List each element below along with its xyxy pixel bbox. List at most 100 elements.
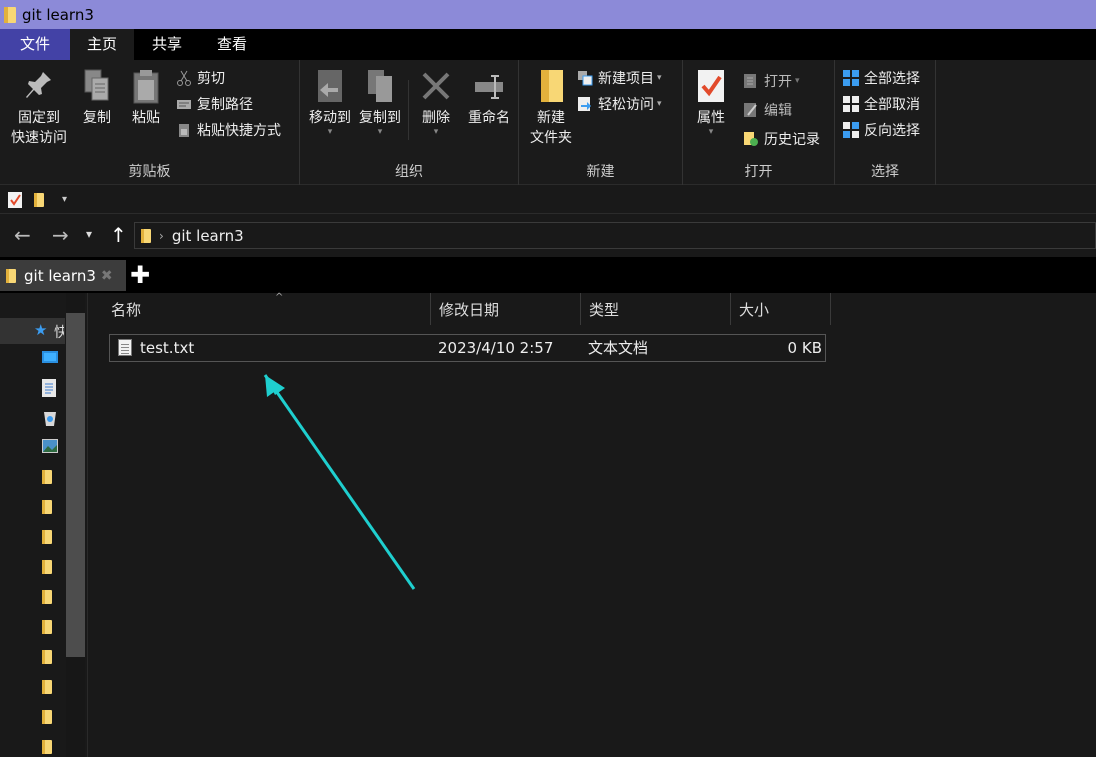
up-arrow-icon[interactable]: ↑ [110,223,127,247]
copy-path-icon [176,96,192,112]
clipboard-icon [130,68,162,104]
pin-quick-access-button[interactable]: 固定到 快速访问 [6,66,72,148]
new-folder-label-line1: 新建 [537,110,565,126]
pin-label-line2: 快速访问 [11,130,67,146]
breadcrumb-chevron-icon[interactable]: › [159,229,164,243]
select-none-label: 全部取消 [864,97,920,113]
close-tab-icon[interactable]: ✖ [101,268,113,284]
rename-label: 重命名 [468,110,510,126]
new-folder-qat-icon[interactable] [34,192,44,207]
properties-check-icon[interactable] [8,191,22,208]
forward-arrow-icon[interactable]: → [52,223,69,247]
cut-label: 剪切 [197,71,225,87]
folder-tab-strip: git learn3 ✖ ✚ [0,257,1096,293]
nav-quick-access-label: 快 [54,325,64,341]
new-item-button[interactable]: 新建项目 ▾ [577,67,662,89]
back-arrow-icon[interactable]: ← [14,223,31,247]
properties-dropdown-icon: ▾ [708,127,714,137]
file-list: 名称 ^ 修改日期 类型 大小 test.txt 2023/4/10 2:57 … [89,292,1096,757]
easy-access-icon [577,96,593,112]
select-all-icon [843,70,859,86]
copy-path-button[interactable]: 复制路径 [176,93,253,115]
desktop-icon[interactable] [42,351,58,369]
cut-button[interactable]: 剪切 [176,67,225,89]
organize-group-label: 组织 [395,164,423,180]
paste-button[interactable]: 粘贴 [126,66,166,128]
tab-view[interactable]: 查看 [200,29,264,60]
copy-label: 复制 [83,110,111,126]
breadcrumb-current[interactable]: git learn3 [172,227,244,245]
open-group-label: 打开 [744,164,773,180]
copy-to-dropdown-icon: ▾ [377,127,383,137]
move-to-dropdown-icon: ▾ [327,127,333,137]
nav-folder-8-icon[interactable] [42,680,58,698]
nav-folder-1-icon[interactable] [42,470,58,488]
select-group: 全部选择 全部取消 反向选择 选择 [835,60,936,185]
window-title: git learn3 [22,5,94,24]
properties-label: 属性 [697,110,725,126]
new-folder-icon [535,68,567,104]
delete-label: 删除 [422,110,450,126]
navigation-pane: ★ 快 [0,293,88,757]
open-button[interactable]: 打开 ▾ [743,70,800,92]
recycle-bin-icon[interactable] [42,409,58,427]
new-item-dropdown-icon: ▾ [657,73,662,83]
select-group-label: 选择 [871,164,899,180]
move-to-button[interactable]: 移动到 ▾ [304,66,356,137]
open-label: 打开 [764,74,792,90]
select-none-button[interactable]: 全部取消 [843,93,920,115]
paste-shortcut-button[interactable]: 粘贴快捷方式 [176,119,281,141]
invert-selection-label: 反向选择 [864,123,920,139]
tab-folder-icon [6,268,16,283]
add-tab-icon[interactable]: ✚ [130,261,150,289]
ribbon: 固定到 快速访问 复制 粘贴 剪切 复制路径 粘贴快捷方式 剪贴板 移动到 ▾ … [0,60,1096,185]
new-folder-button[interactable]: 新建 文件夹 [523,66,579,148]
nav-folder-3-icon[interactable] [42,530,58,548]
copy-icon [81,68,113,104]
copy-to-icon [364,68,396,104]
clipboard-group-label: 剪贴板 [128,164,171,180]
rename-button[interactable]: 重命名 [462,66,516,128]
nav-folder-2-icon[interactable] [42,500,58,518]
recent-locations-chevron-icon[interactable]: ▾ [86,227,92,241]
nav-folder-7-icon[interactable] [42,650,58,668]
delete-button[interactable]: 删除 ▾ [414,66,458,137]
customize-qat-icon[interactable]: ▾ [62,194,67,205]
move-to-icon [314,68,346,104]
edit-label: 编辑 [764,103,792,119]
folder-tab-current[interactable]: git learn3 ✖ [0,260,126,291]
new-item-icon [577,70,593,86]
clipboard-group: 固定到 快速访问 复制 粘贴 剪切 复制路径 粘贴快捷方式 剪贴板 [0,60,300,185]
edit-button[interactable]: 编辑 [743,99,792,121]
nav-folder-9-icon[interactable] [42,710,58,728]
nav-scrollbar-thumb[interactable] [66,313,85,657]
select-none-icon [843,96,859,112]
easy-access-button[interactable]: 轻松访问 ▾ [577,93,662,115]
folder-tab-label: git learn3 [24,266,96,285]
pictures-icon[interactable] [42,439,58,457]
delete-x-icon [420,68,452,104]
tab-file[interactable]: 文件 [0,29,70,60]
organize-separator [408,80,409,140]
properties-button[interactable]: 属性 ▾ [691,66,731,137]
tab-home[interactable]: 主页 [70,29,134,60]
history-button[interactable]: 历史记录 [743,128,820,150]
tab-share[interactable]: 共享 [134,29,200,60]
invert-selection-button[interactable]: 反向选择 [843,119,920,141]
nav-folder-6-icon[interactable] [42,620,58,638]
open-group: 属性 ▾ 打开 ▾ 编辑 历史记录 打开 [683,60,835,185]
copy-to-button[interactable]: 复制到 ▾ [354,66,406,137]
quick-access-toolbar: ▾ [0,186,1096,214]
select-all-button[interactable]: 全部选择 [843,67,920,89]
documents-icon[interactable] [42,379,58,397]
new-group-label: 新建 [586,164,615,180]
nav-folder-4-icon[interactable] [42,560,58,578]
copy-button[interactable]: 复制 [78,66,116,128]
address-bar[interactable]: › git learn3 [134,222,1096,249]
nav-folder-10-icon[interactable] [42,740,58,757]
nav-folder-5-icon[interactable] [42,590,58,608]
paste-shortcut-label: 粘贴快捷方式 [197,123,281,139]
star-icon: ★ [34,321,48,339]
nav-quick-access[interactable]: ★ 快 [0,318,65,344]
open-dropdown-icon: ▾ [795,76,800,86]
